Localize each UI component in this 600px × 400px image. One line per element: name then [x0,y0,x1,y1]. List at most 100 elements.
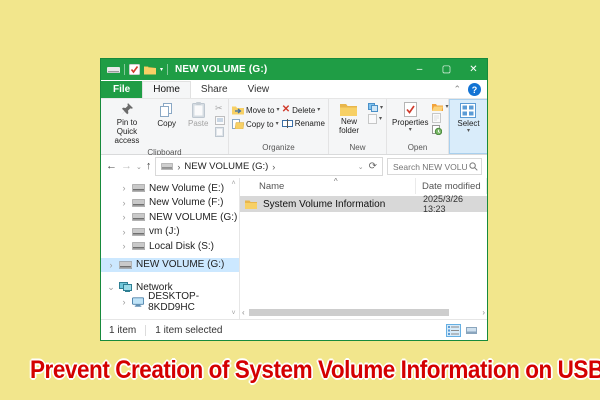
sidebar-item-local-disk-s[interactable]: › Local Disk (S:) [101,239,239,254]
copy-button[interactable]: Copy [152,101,182,129]
window-title: NEW VOLUME (G:) [175,64,268,75]
breadcrumb-separator-icon[interactable]: › [272,162,275,172]
column-header-date-modified[interactable]: Date modified [416,178,487,194]
new-folder-quick-icon[interactable] [144,65,156,75]
headline-text: Prevent Creation of System Volume Inform… [30,356,600,384]
scroll-down-icon[interactable]: ˅ [231,310,235,317]
properties-quick-icon[interactable] [129,64,140,75]
search-box[interactable] [387,158,482,175]
drive-icon [161,163,174,170]
minimize-button[interactable]: – [406,59,433,80]
expand-icon[interactable]: › [120,183,128,193]
file-row-system-volume-information[interactable]: System Volume Information 2025/3/26 13:2… [240,194,487,214]
properties-button[interactable]: Properties ▾ [390,101,430,134]
copy-icon [160,103,173,117]
delete-button[interactable]: ✕ Delete ▾ [282,105,325,115]
navigation-pane: › New Volume (E:) › New Volume (F:) › NE… [101,178,240,319]
selection-count: 1 item selected [155,324,223,336]
sidebar-scrollbar[interactable]: ˄ ˅ [229,180,238,317]
tab-share[interactable]: Share [191,82,238,98]
maximize-button[interactable]: ▢ [433,59,460,80]
copy-to-caret-icon: ▾ [275,121,279,127]
new-group-label: New [349,143,366,152]
tab-file[interactable]: File [101,81,143,98]
pin-label: Pin to Quick access [114,118,140,146]
column-headers: ^ Name Date modified [240,177,487,194]
move-to-icon [232,106,244,115]
sidebar-item-vm-j[interactable]: › vm (J:) [101,225,239,240]
open-button[interactable]: ▾ [432,103,448,111]
new-item-icon [367,103,378,112]
delete-caret-icon: ▾ [317,107,321,113]
address-bar: ← → ⌄ ↑ › NEW VOLUME (G:) › ⌄ ⟳ [101,155,487,178]
sidebar-item-label: NEW VOLUME (G:) [149,211,238,223]
expand-icon[interactable]: › [120,241,128,251]
quick-access-toolbar: ▾ [101,64,169,75]
tab-view[interactable]: View [238,82,280,98]
expand-icon[interactable]: › [120,212,128,222]
collapse-ribbon-icon[interactable]: ⌃ [453,84,461,95]
window-controls: – ▢ ✕ [406,59,487,80]
edit-icon[interactable] [432,113,442,123]
cut-icon[interactable]: ✂ [215,103,225,114]
select-button[interactable]: Select ▾ [455,102,481,135]
sidebar-item-new-volume-g-selected[interactable]: › NEW VOLUME (G:) [101,257,239,272]
collapse-icon[interactable]: ⌄ [107,282,115,293]
expand-icon[interactable]: › [120,297,128,307]
scroll-left-icon[interactable]: ‹ [242,308,245,317]
scroll-right-icon[interactable]: › [482,308,485,317]
drive-icon [132,227,145,236]
sidebar-item-new-volume-g[interactable]: › NEW VOLUME (G:) [101,210,239,225]
up-icon[interactable]: ↑ [146,161,152,172]
divider [145,324,147,336]
drive-icon [132,198,145,207]
back-icon[interactable]: ← [106,161,117,172]
details-view-button[interactable] [446,323,461,337]
column-header-name[interactable]: Name [240,178,416,194]
scrollbar-thumb[interactable] [248,309,449,316]
scroll-up-icon[interactable]: ˄ [231,180,235,187]
close-button[interactable]: ✕ [460,59,487,80]
properties-caret-icon: ▾ [408,127,412,134]
refresh-icon[interactable]: ⟳ [369,161,377,172]
forward-icon[interactable]: → [121,161,132,172]
expand-icon[interactable]: › [120,227,128,237]
sidebar-item-label: NEW VOLUME (G:) [136,259,225,271]
expand-icon[interactable]: › [107,260,115,270]
details-view-icon [448,325,459,335]
sidebar-item-new-volume-f[interactable]: › New Volume (F:) [101,196,239,211]
ribbon-group-new: New folder ▾ ▾ New [329,99,387,154]
sidebar-item-label: DESKTOP-8KDD9HC [148,290,200,313]
copy-to-button[interactable]: Copy to ▾ [232,119,280,129]
sidebar-item-new-volume-e[interactable]: › New Volume (E:) [101,181,239,196]
copy-path-icon[interactable] [215,116,225,125]
sidebar-item-desktop-8kdd9hc[interactable]: › DESKTOP-8KDD9HC [101,291,239,313]
select-caret-icon: ▾ [466,128,470,135]
search-input[interactable] [391,160,469,173]
item-count: 1 item [109,324,137,336]
paste-shortcut-icon[interactable] [215,127,224,137]
address-dropdown-icon[interactable]: ⌄ [358,163,364,171]
breadcrumb-item[interactable]: NEW VOLUME (G:) [184,161,268,172]
paste-button[interactable]: Paste [183,101,213,129]
tab-home[interactable]: Home [142,81,191,98]
expand-icon[interactable]: › [120,198,128,208]
drive-icon [107,66,120,73]
organize-group-label: Organize [262,143,295,152]
history-icon[interactable] [432,125,443,135]
breadcrumb[interactable]: › NEW VOLUME (G:) › ⌄ ⟳ [155,157,383,176]
new-folder-button[interactable]: New folder [332,101,366,136]
move-to-button[interactable]: Move to ▾ [232,105,280,115]
sidebar-item-label: New Volume (F:) [149,197,224,209]
qat-dropdown-icon[interactable]: ▾ [160,67,163,73]
horizontal-scrollbar[interactable]: ‹ › [242,307,485,318]
new-item-button[interactable]: ▾ [367,103,383,112]
easy-access-button[interactable]: ▾ [367,114,383,124]
recent-locations-icon[interactable]: ⌄ [136,163,142,171]
pin-to-quick-access-button[interactable]: Pin to Quick access [104,101,150,147]
help-icon[interactable]: ? [468,83,481,96]
rename-button[interactable]: Rename [281,119,325,128]
drive-icon [119,260,132,269]
easy-access-caret-icon: ▾ [378,116,382,122]
large-icons-view-button[interactable] [464,324,479,337]
